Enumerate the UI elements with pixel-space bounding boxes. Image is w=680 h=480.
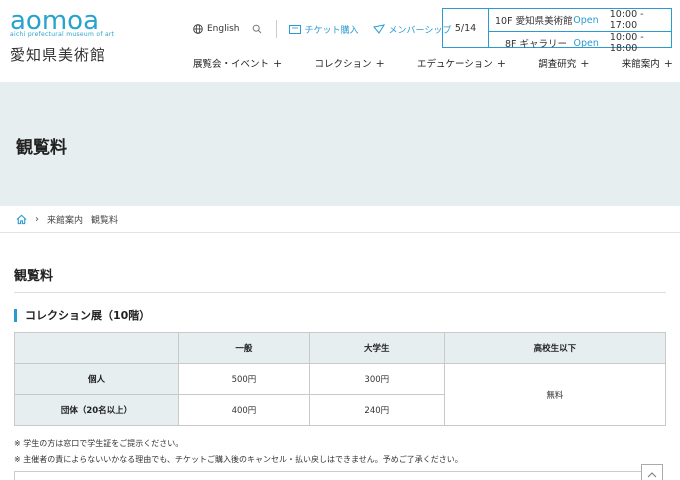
table-cell: 240円 bbox=[308, 394, 445, 426]
util-divider bbox=[275, 20, 277, 38]
ticket-label: チケット購入 bbox=[304, 25, 359, 36]
plus-icon: + bbox=[496, 56, 506, 70]
chevron-up-icon bbox=[647, 472, 657, 478]
hours-floor: 10F 愛知県美術館 bbox=[495, 16, 573, 27]
opening-hours-box: 5/14 10F 愛知県美術館 Open 10:00 - 17:00 8F ギャ… bbox=[442, 8, 672, 54]
table-cell: 300円 bbox=[308, 363, 445, 395]
table-cell-free: 無料 bbox=[443, 363, 667, 426]
subsection-heading: コレクション展（10階） bbox=[14, 309, 666, 322]
breadcrumb-parent[interactable]: 来館案内 bbox=[47, 213, 83, 226]
nav-item-visit[interactable]: 来館案内 + bbox=[621, 56, 673, 71]
table-cell: 400円 bbox=[178, 394, 310, 426]
utility-nav: English チケット購入 メンバーシップ bbox=[193, 18, 451, 40]
section-heading: 観覧料 bbox=[14, 265, 666, 293]
page-top-button[interactable] bbox=[641, 464, 663, 480]
plus-icon: + bbox=[663, 56, 673, 70]
table-header: 一般 bbox=[178, 332, 310, 364]
note-item: ※ 主催者の責によらないいかなる理由でも、チケットご購入後のキャンセル・払い戻し… bbox=[14, 455, 463, 464]
nav-item-label: コレクション bbox=[314, 59, 372, 70]
hours-time: 10:00 - 17:00 bbox=[609, 9, 644, 31]
chevron-right-icon: › bbox=[35, 213, 39, 225]
global-nav: 展覧会・イベント + コレクション + エデュケーション + 調査研究 + 来館案内 + bbox=[193, 56, 673, 71]
plus-icon: + bbox=[580, 56, 590, 70]
table-cell: 500円 bbox=[178, 363, 310, 395]
hours-row: 10F 愛知県美術館 Open 10:00 - 17:00 bbox=[489, 9, 671, 31]
breadcrumb: › 来館案内 観覧料 bbox=[0, 206, 680, 233]
table-row-header: 団体（20名以上） bbox=[14, 394, 179, 426]
next-section-box bbox=[14, 471, 644, 480]
table-header-row: 一般 大学生 高校生以下 bbox=[14, 332, 667, 364]
membership-icon bbox=[372, 24, 385, 34]
fee-table: 一般 大学生 高校生以下 個人 500円 300円 無料 団体（20名以上） 4… bbox=[14, 332, 667, 426]
home-icon[interactable] bbox=[16, 214, 27, 225]
main-content: 観覧料 コレクション展（10階） 一般 大学生 高校生以下 個人 500円 30… bbox=[14, 233, 667, 468]
language-label: English bbox=[207, 24, 240, 34]
page-title-band: 観覧料 bbox=[0, 82, 680, 206]
page-title: 観覧料 bbox=[16, 138, 67, 158]
logo-mark: aomoa bbox=[10, 6, 100, 36]
nav-item-research[interactable]: 調査研究 + bbox=[538, 56, 590, 71]
globe-icon bbox=[193, 24, 203, 34]
site-logo[interactable]: aomoa aichi prefectural museum of art 愛知… bbox=[10, 6, 120, 65]
nav-item-label: 展覧会・イベント bbox=[193, 59, 270, 70]
ticket-link[interactable]: チケット購入 bbox=[288, 23, 359, 36]
hours-date: 5/14 bbox=[443, 9, 489, 47]
search-button[interactable] bbox=[252, 24, 262, 34]
hours-status: Open bbox=[573, 37, 599, 49]
table-header: 高校生以下 bbox=[443, 332, 667, 364]
table-row: 個人 500円 300円 無料 bbox=[14, 363, 667, 426]
ticket-icon bbox=[288, 24, 301, 34]
breadcrumb-current: 観覧料 bbox=[91, 215, 119, 226]
search-icon bbox=[252, 24, 261, 34]
hours-floor: 8F ギャラリー bbox=[505, 39, 568, 50]
fee-notes: ※ 学生の方は窓口で学生証をご提示ください。 ※ 主催者の責によらないいかなる理… bbox=[14, 436, 666, 468]
hours-status: Open bbox=[573, 14, 599, 26]
plus-icon: + bbox=[375, 56, 385, 70]
nav-item-education[interactable]: エデュケーション + bbox=[416, 56, 506, 71]
hours-row: 8F ギャラリー Open 10:00 - 18:00 bbox=[489, 31, 671, 54]
logo-japanese-name: 愛知県美術館 bbox=[10, 46, 107, 64]
nav-item-label: 来館案内 bbox=[621, 59, 660, 70]
note-item: ※ 学生の方は窓口で学生証をご提示ください。 bbox=[14, 439, 184, 448]
plus-icon: + bbox=[273, 56, 283, 70]
membership-link[interactable]: メンバーシップ bbox=[372, 23, 451, 36]
site-header: aomoa aichi prefectural museum of art 愛知… bbox=[0, 0, 680, 82]
table-corner-cell bbox=[14, 332, 179, 364]
language-link[interactable]: English bbox=[193, 24, 240, 34]
table-header: 大学生 bbox=[308, 332, 445, 364]
logo-subtitle: aichi prefectural museum of art bbox=[10, 31, 115, 38]
nav-item-exhibitions[interactable]: 展覧会・イベント + bbox=[193, 56, 283, 71]
hours-time: 10:00 - 18:00 bbox=[609, 32, 644, 54]
nav-item-label: エデュケーション bbox=[416, 59, 493, 70]
table-row-header: 個人 bbox=[14, 363, 179, 395]
nav-item-label: 調査研究 bbox=[538, 59, 577, 70]
nav-item-collection[interactable]: コレクション + bbox=[314, 56, 385, 71]
